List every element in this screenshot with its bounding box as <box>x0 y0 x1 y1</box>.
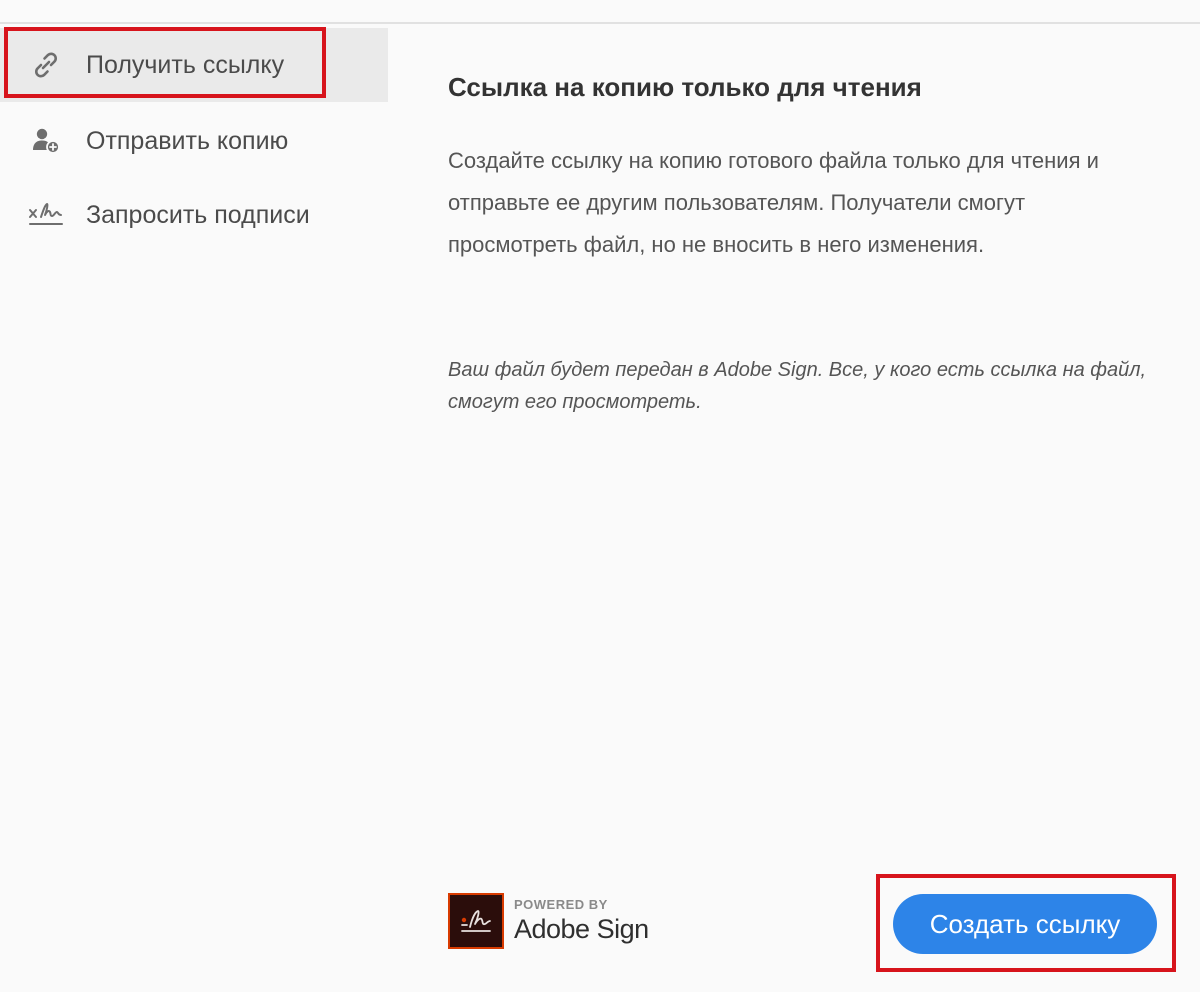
powered-by-adobe-sign: POWERED BY Adobe Sign <box>448 892 649 950</box>
link-icon <box>28 47 64 83</box>
add-user-icon <box>28 123 64 159</box>
sidebar-item-label: Отправить копию <box>86 126 289 155</box>
sidebar-item-get-link[interactable]: Получить ссылку <box>0 28 388 102</box>
share-notice: Ваш файл будет передан в Adobe Sign. Все… <box>448 359 1147 413</box>
sidebar-item-label: Запросить подписи <box>86 200 310 229</box>
sidebar: Получить ссылку Отправить копию Запросит… <box>0 24 388 992</box>
signature-icon <box>28 197 64 233</box>
create-link-button[interactable]: Создать ссылку <box>893 894 1157 954</box>
sidebar-item-request-signatures[interactable]: Запросить подписи <box>0 178 388 252</box>
brand-name: Adobe Sign <box>514 914 649 944</box>
adobe-sign-logo-icon <box>448 893 504 949</box>
powered-by-label: POWERED BY <box>514 897 608 912</box>
page-title: Ссылка на копию только для чтения <box>448 72 922 102</box>
sidebar-item-send-copy[interactable]: Отправить копию <box>0 104 388 178</box>
sidebar-item-label: Получить ссылку <box>86 50 285 79</box>
description-text: Создайте ссылку на копию готового файла … <box>448 148 1099 257</box>
